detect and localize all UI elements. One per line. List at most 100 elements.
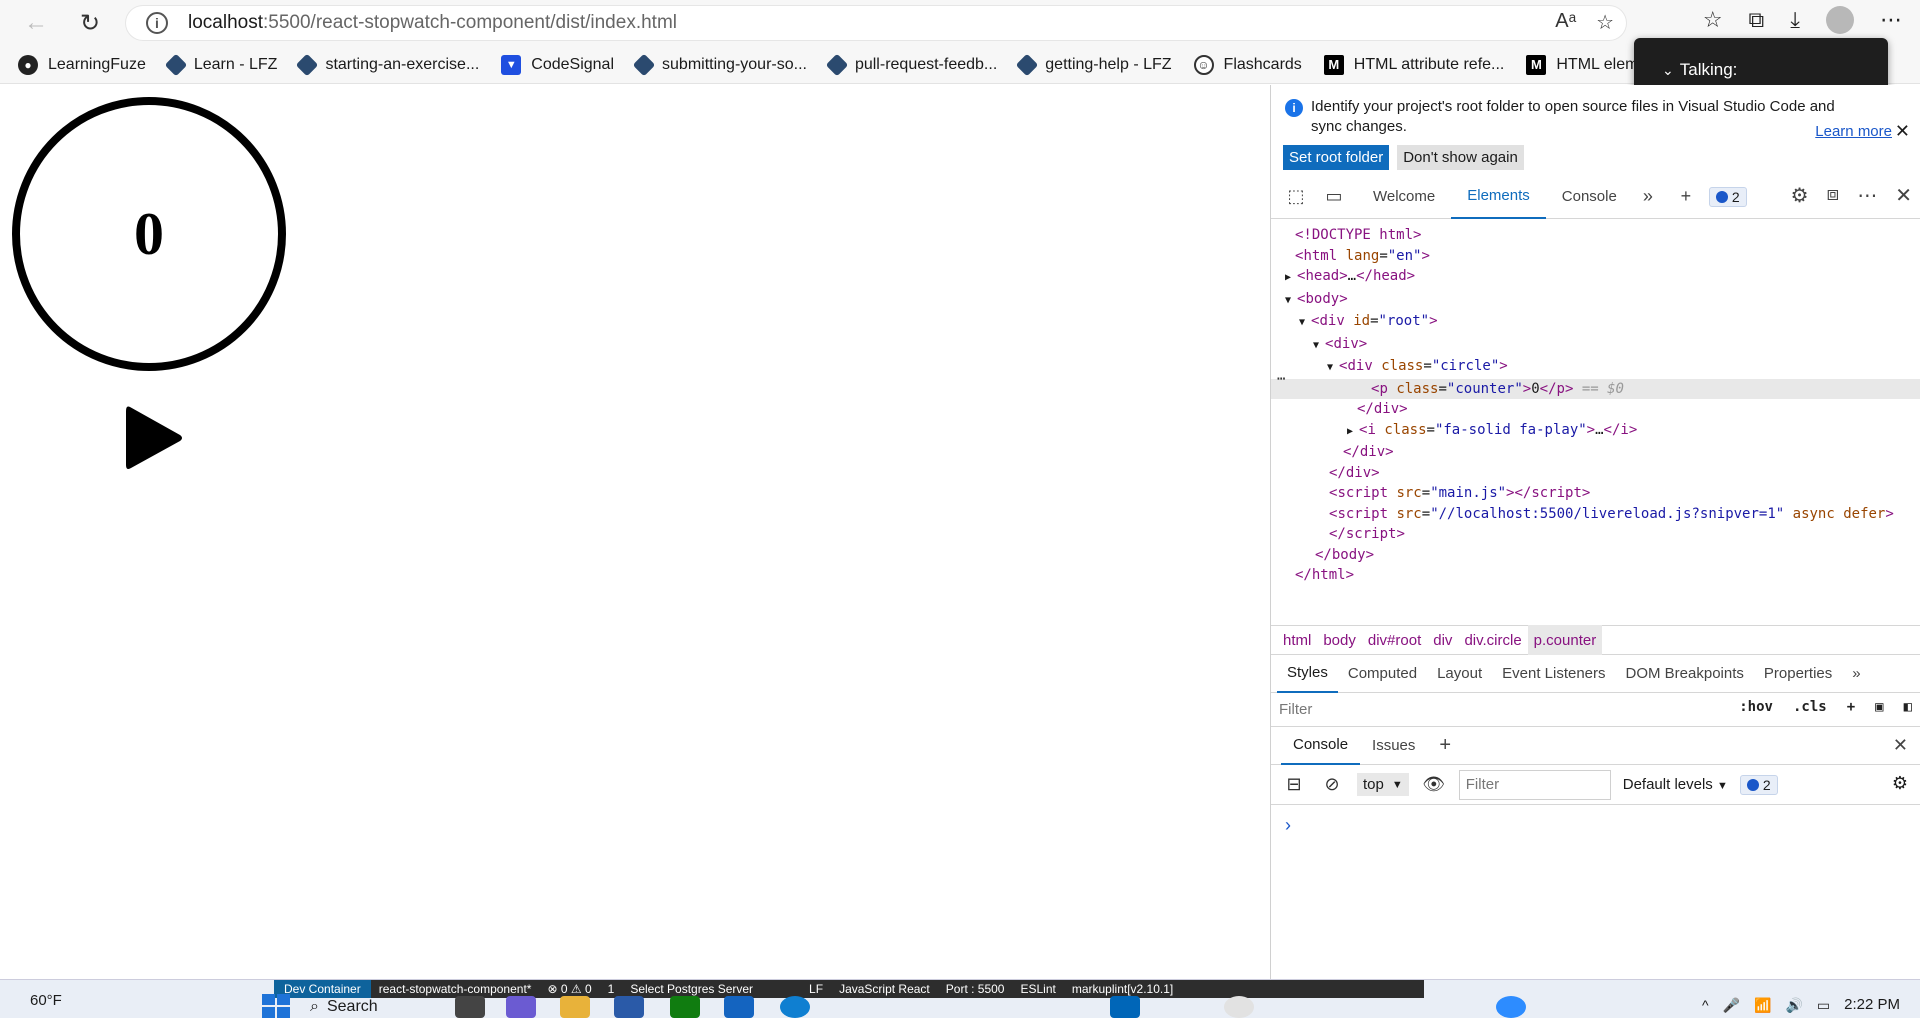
sidebar-toggle-icon[interactable]: ◧: [1904, 699, 1912, 715]
downloads-icon[interactable]: ⤓: [1790, 7, 1800, 33]
device-emulation-icon[interactable]: ▭: [1319, 182, 1349, 212]
more-tabs-icon[interactable]: »: [1842, 655, 1870, 693]
hov-toggle[interactable]: :hov: [1739, 699, 1773, 715]
language-mode[interactable]: JavaScript React: [831, 982, 938, 996]
store-icon[interactable]: [614, 996, 644, 1018]
refresh-icon[interactable]: ↻: [70, 3, 110, 43]
dom-line[interactable]: ▼ <div>: [1271, 334, 1920, 357]
tray-overflow-icon[interactable]: ^: [1702, 997, 1709, 1013]
expand-triangle-icon[interactable]: ▶: [1347, 426, 1359, 437]
dom-line[interactable]: <script src="main.js"></script>: [1271, 483, 1920, 504]
dom-line[interactable]: <!DOCTYPE html>: [1271, 225, 1920, 246]
add-drawer-tab-icon[interactable]: +: [1427, 727, 1463, 765]
cls-toggle[interactable]: .cls: [1793, 699, 1827, 715]
collapse-triangle-icon[interactable]: ▼: [1299, 317, 1311, 328]
read-aloud-icon[interactable]: Aᵃ: [1555, 10, 1576, 35]
close-devtools-icon[interactable]: ✕: [1895, 183, 1912, 208]
bookmark-item[interactable]: submitting-your-so...: [632, 53, 807, 76]
weather-widget[interactable]: 60°F: [30, 992, 62, 1009]
chevron-down-icon[interactable]: ⌄: [1662, 62, 1674, 79]
context-select[interactable]: top ▼: [1357, 773, 1409, 796]
new-rule-icon[interactable]: +: [1847, 699, 1855, 715]
bookmark-item[interactable]: ▼ CodeSignal: [501, 54, 614, 75]
dont-show-again-button[interactable]: Don't show again: [1397, 145, 1524, 170]
profile-avatar[interactable]: [1826, 6, 1854, 34]
bookmark-item[interactable]: M HTML attribute refe...: [1323, 54, 1504, 75]
close-icon[interactable]: ✕: [1895, 121, 1910, 142]
collapse-triangle-icon[interactable]: ▼: [1327, 362, 1339, 373]
eslint-status[interactable]: ESLint: [1012, 982, 1063, 996]
info-icon[interactable]: i: [146, 12, 168, 34]
postgres-server[interactable]: Select Postgres Server: [622, 982, 761, 996]
problems-count[interactable]: ⊗ 0 ⚠ 0: [539, 982, 599, 996]
live-expression-icon[interactable]: 👁: [1421, 772, 1447, 798]
tab-welcome[interactable]: Welcome: [1357, 175, 1451, 219]
close-drawer-icon[interactable]: ✕: [1893, 735, 1908, 756]
breadcrumb-item[interactable]: html: [1277, 625, 1317, 655]
dom-line[interactable]: ▼ <div id="root">: [1271, 311, 1920, 334]
tab-console[interactable]: Console: [1546, 175, 1633, 219]
styles-tab[interactable]: Layout: [1427, 655, 1492, 693]
drawer-tab-console[interactable]: Console: [1281, 727, 1361, 765]
paint-icon[interactable]: ▣: [1875, 699, 1883, 715]
dom-line[interactable]: ▶ <head>…</head>: [1271, 266, 1920, 289]
inspect-icon[interactable]: ⬚: [1281, 182, 1311, 212]
microphone-icon[interactable]: 🎤: [1723, 997, 1740, 1014]
breadcrumb-item[interactable]: p.counter: [1527, 625, 1603, 655]
expand-triangle-icon[interactable]: ▶: [1285, 272, 1297, 283]
console-sidebar-icon[interactable]: ⊟: [1281, 772, 1307, 798]
breadcrumb-item[interactable]: div.circle: [1458, 625, 1527, 655]
add-favorite-icon[interactable]: ☆: [1596, 10, 1614, 35]
bookmark-item[interactable]: ● LearningFuze: [18, 54, 146, 75]
ports-count[interactable]: 1: [600, 982, 623, 996]
dock-icon[interactable]: ⧈: [1827, 183, 1840, 208]
collapse-triangle-icon[interactable]: ▼: [1313, 340, 1325, 351]
eol[interactable]: LF: [801, 982, 831, 996]
more-tabs-icon[interactable]: »: [1633, 182, 1663, 212]
console-issues-badge[interactable]: 2: [1739, 774, 1778, 795]
bookmark-item[interactable]: pull-request-feedb...: [825, 53, 997, 76]
bookmark-item[interactable]: Learn - LFZ: [164, 53, 277, 76]
dom-line[interactable]: </body>: [1271, 545, 1920, 566]
taskbar-search[interactable]: ⌕ Search: [310, 996, 440, 1018]
node-actions-icon[interactable]: ⋯: [1277, 369, 1285, 390]
bookmark-item[interactable]: getting-help - LFZ: [1015, 53, 1172, 76]
edge-icon[interactable]: [780, 996, 810, 1018]
address-bar[interactable]: i localhost:5500/react-stopwatch-compone…: [126, 6, 1626, 40]
more-menu-icon[interactable]: ⋯: [1880, 7, 1902, 33]
more-options-icon[interactable]: ⋯: [1857, 183, 1877, 208]
wifi-icon[interactable]: 📶: [1754, 997, 1771, 1014]
tab-elements[interactable]: Elements: [1451, 175, 1546, 219]
battery-icon[interactable]: ▭: [1817, 997, 1830, 1014]
git-branch[interactable]: react-stopwatch-component*: [371, 982, 540, 996]
dom-line[interactable]: ▼ <body>: [1271, 289, 1920, 312]
styles-tab[interactable]: Event Listeners: [1492, 655, 1615, 693]
console-settings-icon[interactable]: ⚙: [1892, 773, 1908, 794]
dom-line[interactable]: </div>: [1271, 399, 1920, 420]
collections-icon[interactable]: ⧉: [1749, 7, 1765, 33]
dom-line-selected[interactable]: <p class="counter">0</p> == $0: [1271, 378, 1920, 399]
xbox-icon[interactable]: [670, 996, 700, 1018]
breadcrumb-item[interactable]: div#root: [1362, 625, 1427, 655]
dom-line[interactable]: ▼ <div class="circle">: [1271, 356, 1920, 379]
file-explorer-icon[interactable]: [560, 996, 590, 1018]
drawer-tab-issues[interactable]: Issues: [1360, 727, 1427, 765]
console-prompt[interactable]: ›: [1271, 805, 1920, 836]
zoom-icon[interactable]: [1496, 996, 1526, 1018]
bookmark-item[interactable]: starting-an-exercise...: [296, 53, 479, 76]
styles-tab[interactable]: Properties: [1754, 655, 1842, 693]
styles-tab[interactable]: Styles: [1277, 655, 1338, 693]
add-tab-icon[interactable]: +: [1671, 182, 1701, 212]
dom-line[interactable]: ▶ <i class="fa-solid fa-play">…</i>: [1271, 420, 1920, 443]
dom-line[interactable]: </html>: [1271, 565, 1920, 586]
task-view-icon[interactable]: [455, 996, 485, 1018]
set-root-folder-button[interactable]: Set root folder: [1283, 145, 1390, 170]
breadcrumb-item[interactable]: div: [1427, 625, 1458, 655]
styles-filter-input[interactable]: Filter: [1279, 701, 1312, 718]
dom-line[interactable]: <script src="//localhost:5500/livereload…: [1271, 504, 1920, 525]
play-icon[interactable]: [122, 403, 186, 473]
dom-line[interactable]: </div>: [1271, 442, 1920, 463]
dom-line[interactable]: <html lang="en">: [1271, 246, 1920, 267]
clock[interactable]: 2:22 PM: [1844, 996, 1900, 1014]
breadcrumb-item[interactable]: body: [1317, 625, 1362, 655]
